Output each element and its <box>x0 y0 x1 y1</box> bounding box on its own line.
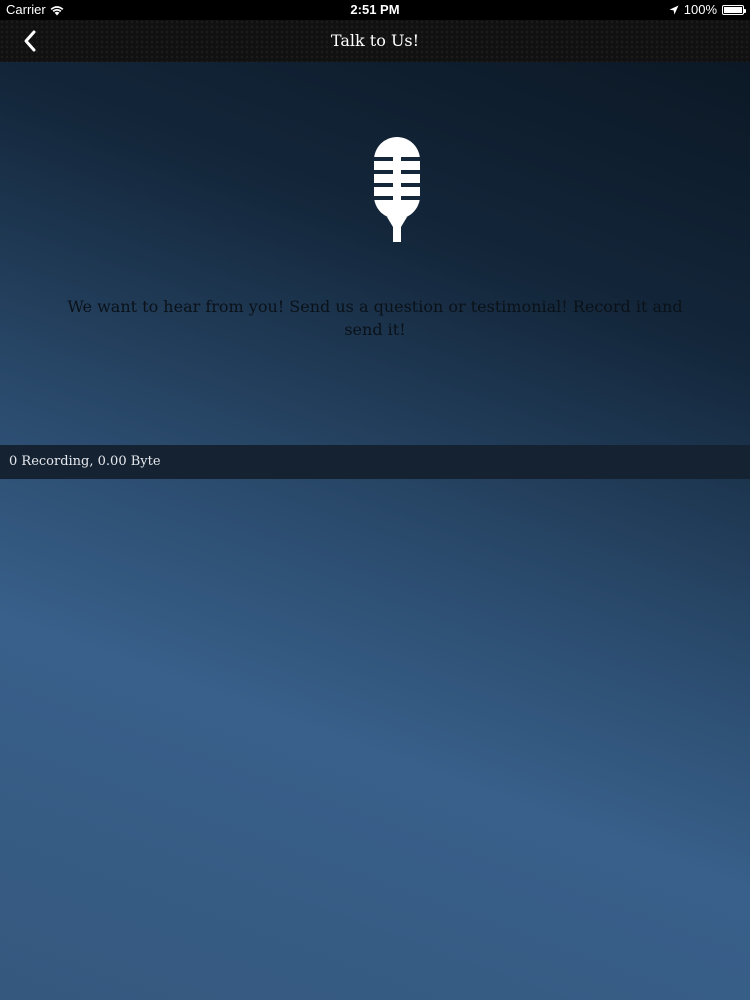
recording-summary: 0 Recording, 0.00 Byte <box>9 454 161 469</box>
status-right: 100% <box>669 0 746 20</box>
back-button[interactable] <box>14 26 46 56</box>
recording-summary-bar: 0 Recording, 0.00 Byte <box>0 445 750 479</box>
chevron-left-icon <box>24 30 36 52</box>
status-bar: Carrier 2:51 PM 100% <box>0 0 750 20</box>
battery-fill <box>724 7 742 13</box>
talk-to-us-screen: Carrier 2:51 PM 100% Talk to Us! We want… <box>0 0 750 1000</box>
status-time: 2:51 PM <box>350 2 400 17</box>
microphone-icon[interactable] <box>368 135 426 245</box>
page-title: Talk to Us! <box>330 31 420 50</box>
navigation-bar: Talk to Us! <box>0 20 750 62</box>
battery-icon <box>722 5 746 15</box>
location-arrow-icon <box>669 5 679 15</box>
battery-percent: 100% <box>683 2 717 17</box>
intro-message: We want to hear from you! Send us a ques… <box>67 297 683 339</box>
